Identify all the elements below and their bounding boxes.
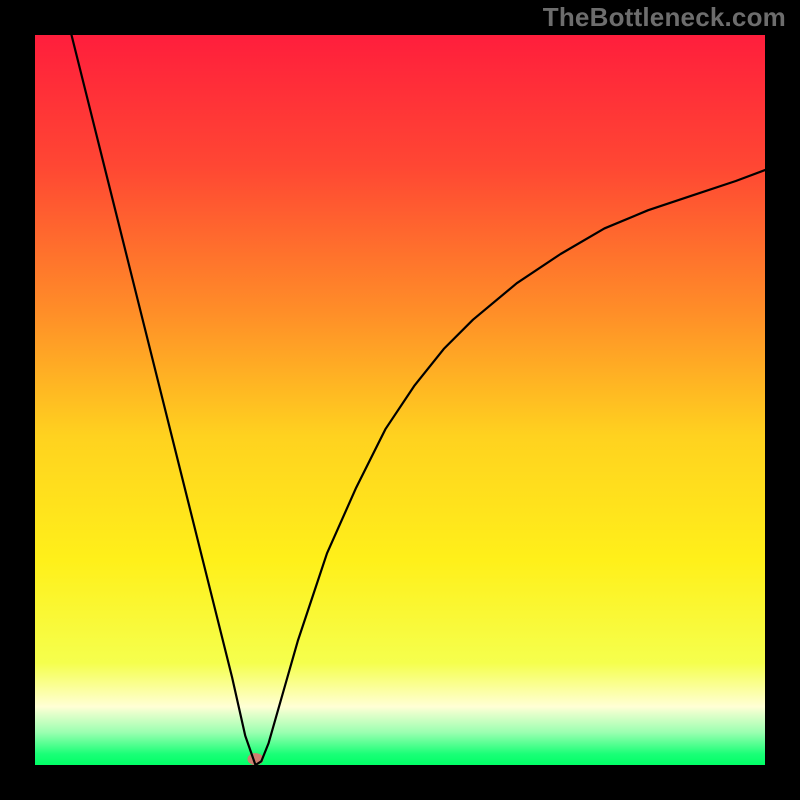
- bottleneck-chart: [35, 35, 765, 765]
- watermark-label: TheBottleneck.com: [543, 2, 786, 33]
- plot-background: [35, 35, 765, 765]
- chart-frame: TheBottleneck.com: [0, 0, 800, 800]
